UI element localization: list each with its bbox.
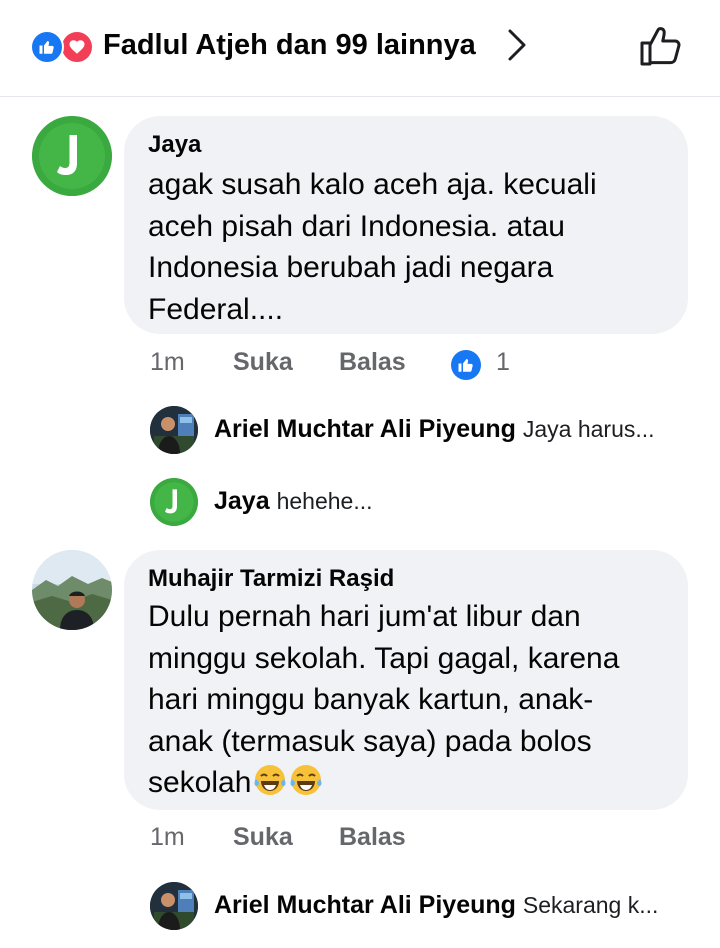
- love-reaction-icon: [60, 30, 94, 64]
- chevron-right-icon[interactable]: [506, 28, 528, 62]
- reply-preview[interactable]: Jaya hehehe...: [150, 478, 690, 528]
- comment-author[interactable]: Jaya: [148, 131, 201, 159]
- comment-time: 1m: [150, 348, 185, 376]
- reactions-header[interactable]: Fadlul Atjeh dan 99 lainnya: [0, 0, 720, 97]
- comment-bubble: Jaya agak susah kalo aceh aja. kecuali a…: [124, 116, 688, 334]
- avatar[interactable]: [150, 478, 198, 526]
- comment-time: 1m: [150, 823, 185, 851]
- avatar[interactable]: [150, 406, 198, 454]
- comment-text: agak susah kalo aceh aja. kecuali aceh p…: [148, 168, 597, 326]
- reply-preview[interactable]: Ariel Muchtar Ali Piyeung Sekarang k...: [150, 882, 690, 932]
- reactions-summary[interactable]: Fadlul Atjeh dan 99 lainnya: [103, 26, 476, 64]
- reply-text: Jaya hehehe...: [214, 487, 690, 516]
- comment-bubble: Muhajir Tarmizi Raşid Dulu pernah hari j…: [124, 550, 688, 810]
- like-button[interactable]: Suka: [233, 348, 293, 377]
- reply-author[interactable]: Ariel Muchtar Ali Piyeung: [214, 891, 516, 919]
- reply-snippet: Jaya harus...: [522, 416, 655, 442]
- comment-actions: 1m Suka Balas 1: [0, 348, 720, 384]
- reply-author[interactable]: Jaya: [214, 487, 270, 515]
- avatar[interactable]: [32, 116, 112, 196]
- comment-emoji: [251, 765, 323, 799]
- comment-actions: 1m Suka Balas: [0, 823, 720, 859]
- letter-j-avatar-icon: [150, 478, 198, 526]
- thumbs-up-outline-icon[interactable]: [638, 24, 682, 68]
- like-reaction-icon: [30, 30, 64, 64]
- reply-button[interactable]: Balas: [339, 823, 406, 852]
- letter-j-avatar-icon: [32, 116, 112, 196]
- reply-text: Ariel Muchtar Ali Piyeung Jaya harus...: [214, 415, 690, 444]
- tears-of-joy-emoji-icon: [290, 765, 322, 795]
- comment-author[interactable]: Muhajir Tarmizi Raşid: [148, 565, 394, 593]
- profile-photo-icon: [150, 882, 198, 930]
- reply-preview[interactable]: Ariel Muchtar Ali Piyeung Jaya harus...: [150, 406, 690, 456]
- profile-photo-icon: [150, 406, 198, 454]
- reply-button[interactable]: Balas: [339, 348, 406, 377]
- comment-body: Dulu pernah hari jum'at libur dan minggu…: [148, 600, 620, 799]
- like-button[interactable]: Suka: [233, 823, 293, 852]
- reaction-count[interactable]: 1: [496, 348, 510, 377]
- reply-snippet: hehehe...: [276, 488, 373, 514]
- avatar[interactable]: [32, 550, 112, 630]
- comment-text: Dulu pernah hari jum'at libur dan minggu…: [148, 596, 668, 804]
- reply-author[interactable]: Ariel Muchtar Ali Piyeung: [214, 415, 516, 443]
- reply-snippet: Sekarang k...: [522, 892, 659, 918]
- like-reaction-icon[interactable]: [451, 350, 481, 380]
- tears-of-joy-emoji-icon: [254, 765, 286, 795]
- reply-text: Ariel Muchtar Ali Piyeung Sekarang k...: [214, 891, 690, 920]
- avatar[interactable]: [150, 882, 198, 930]
- profile-photo-icon: [32, 550, 112, 630]
